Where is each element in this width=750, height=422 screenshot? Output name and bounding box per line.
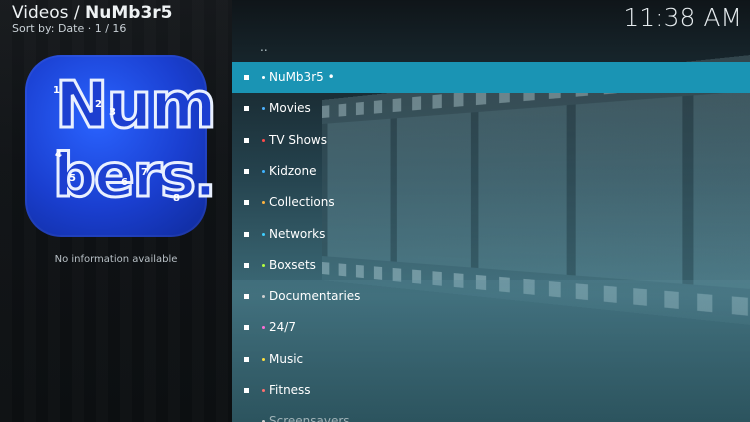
sort-info: Sort by: Date · 1 / 16 — [12, 22, 127, 35]
bullet-square-icon — [244, 388, 249, 393]
logo-digit: 4 — [55, 149, 62, 160]
no-info-text: No information available — [54, 254, 178, 265]
color-dot-icon — [262, 326, 265, 330]
list-panel: 11:38 AM .. NuMb3r5 • Movies TV Shows Kidzo… — [232, 0, 750, 422]
menu-item-label: NuMb3r5 • — [269, 70, 335, 84]
logo-digit: 7 — [141, 167, 148, 178]
menu-item[interactable]: NuMb3r5 • — [232, 62, 750, 93]
breadcrumb-addon: NuMb3r5 — [85, 3, 173, 23]
menu-item-label: Music — [269, 351, 304, 366]
menu-item-label: TV Shows — [269, 132, 327, 147]
bullet-square-icon — [244, 325, 249, 331]
addon-logo: Num bers. 1 2 3 4 5 6 7 8 — [25, 55, 218, 237]
logo-digit: 6 — [121, 177, 128, 188]
menu-item[interactable]: Kidzone — [232, 156, 750, 187]
parent-folder-item[interactable]: .. — [260, 40, 268, 54]
color-dot-icon — [262, 138, 265, 142]
menu-item-label: Kidzone — [269, 163, 317, 178]
menu-item-label: Boxsets — [269, 257, 316, 272]
color-dot-icon — [262, 201, 265, 205]
color-dot-icon — [262, 232, 265, 236]
color-dot-icon — [262, 389, 265, 392]
menu-item-label: Movies — [269, 101, 311, 116]
bullet-square-icon — [244, 168, 249, 174]
breadcrumb-separator: / — [68, 3, 86, 23]
logo-digit: 3 — [109, 107, 116, 118]
logo-digit: 5 — [69, 173, 76, 184]
menu-item[interactable]: Fitness — [232, 375, 750, 406]
color-dot-icon — [262, 295, 265, 299]
menu-item[interactable]: Music — [232, 344, 750, 375]
logo-digit: 2 — [95, 99, 102, 110]
menu-item[interactable]: Movies — [232, 93, 750, 124]
logo-word-bottom: bers. — [52, 140, 219, 213]
menu-item[interactable]: Screensavers — [232, 406, 750, 422]
bullet-square-icon — [244, 294, 249, 300]
color-dot-icon — [262, 169, 265, 173]
color-dot-icon — [262, 107, 265, 111]
breadcrumb: Videos / NuMb3r5 — [12, 3, 173, 23]
menu-list: .. NuMb3r5 • Movies TV Shows Kidzone Collect… — [232, 0, 750, 422]
bullet-square-icon — [244, 137, 249, 143]
logo-digit: 8 — [173, 193, 180, 204]
menu-item[interactable]: Documentaries — [232, 281, 750, 312]
menu-item-label: Fitness — [269, 383, 311, 397]
bullet-square-icon — [244, 75, 249, 80]
menu-item-label: Collections — [269, 195, 335, 210]
menu-item[interactable]: Networks — [232, 219, 750, 250]
bullet-square-icon — [244, 106, 249, 112]
color-dot-icon — [262, 76, 265, 79]
color-dot-icon — [262, 263, 265, 267]
logo-word-top: Num — [54, 68, 219, 145]
menu-item-label: 24/7 — [269, 320, 296, 335]
menu-item-label: Documentaries — [269, 289, 361, 304]
menu-item[interactable]: Collections — [232, 187, 750, 218]
menu-item-label: Networks — [269, 226, 326, 241]
menu-item[interactable]: Boxsets — [232, 250, 750, 281]
bullet-square-icon — [244, 200, 249, 206]
bullet-square-icon — [244, 262, 249, 268]
breadcrumb-section: Videos — [12, 3, 69, 23]
menu-item[interactable]: TV Shows — [232, 125, 750, 156]
bullet-square-icon — [244, 231, 249, 237]
color-dot-icon — [262, 357, 265, 361]
info-panel: Videos / NuMb3r5 Sort by: Date · 1 / 16 … — [0, 0, 232, 422]
bullet-square-icon — [244, 356, 249, 362]
logo-digit: 1 — [53, 85, 60, 96]
menu-item[interactable]: 24/7 — [232, 312, 750, 343]
menu-item-label: Screensavers — [269, 414, 350, 422]
